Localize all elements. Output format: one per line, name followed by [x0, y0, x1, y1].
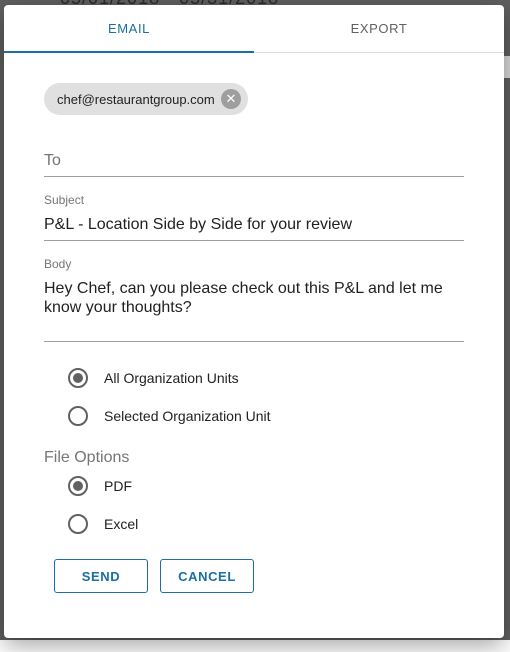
tab-export[interactable]: EXPORT: [254, 5, 504, 52]
send-button[interactable]: SEND: [54, 559, 148, 593]
subject-value: P&L - Location Side by Side for your rev…: [44, 216, 353, 233]
recipient-chip[interactable]: chef@restaurantgroup.com ✕: [44, 83, 248, 115]
tab-email[interactable]: EMAIL: [4, 5, 254, 52]
recipient-chip-label: chef@restaurantgroup.com: [57, 91, 215, 107]
radio-pdf[interactable]: PDF: [68, 476, 132, 496]
radio-excel[interactable]: Excel: [68, 514, 138, 534]
radio-unchecked-icon[interactable]: [68, 514, 88, 534]
body-value: Hey Chef, can you please check out this …: [44, 280, 443, 316]
radio-all-organization-units[interactable]: All Organization Units: [68, 368, 239, 388]
subject-label: Subject: [44, 193, 85, 207]
close-icon[interactable]: ✕: [221, 89, 241, 109]
radio-label: All Organization Units: [104, 370, 239, 386]
radio-selected-organization-unit[interactable]: Selected Organization Unit: [68, 406, 271, 426]
radio-unchecked-icon[interactable]: [68, 406, 88, 426]
radio-checked-icon[interactable]: [68, 476, 88, 496]
radio-checked-icon[interactable]: [68, 368, 88, 388]
radio-label: Excel: [104, 516, 139, 532]
backdrop-toolbar: [0, 640, 510, 652]
body-field[interactable]: Body Hey Chef, can you please check out …: [44, 255, 464, 342]
active-tab-indicator: [4, 51, 254, 53]
to-placeholder: To: [44, 152, 61, 169]
radio-label: Selected Organization Unit: [104, 408, 271, 424]
dialog-tabs: EMAIL EXPORT: [4, 5, 504, 53]
file-options-label: File Options: [44, 449, 130, 466]
body-label: Body: [44, 257, 72, 271]
share-dialog: EMAIL EXPORT chef@restaurantgroup.com ✕ …: [4, 5, 504, 638]
radio-label: PDF: [104, 478, 132, 494]
to-field[interactable]: To: [44, 145, 464, 177]
subject-field[interactable]: Subject P&L - Location Side by Side for …: [44, 191, 464, 241]
cancel-button[interactable]: CANCEL: [160, 559, 254, 593]
